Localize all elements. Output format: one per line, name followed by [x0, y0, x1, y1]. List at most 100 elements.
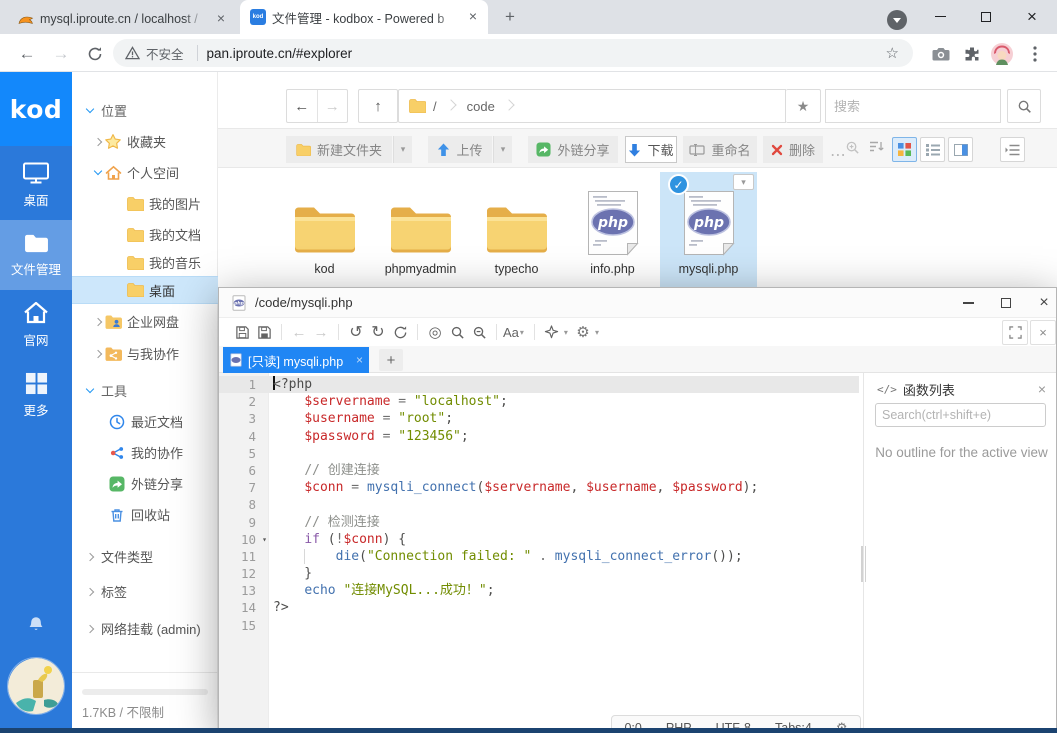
code-line[interactable]: 12 }: [219, 565, 859, 582]
code-editor-area[interactable]: 1<?php2 $servername = "localhost";3 $use…: [219, 373, 859, 732]
chevron-down-icon[interactable]: [84, 105, 96, 117]
panel-close-icon[interactable]: ×: [1038, 381, 1046, 397]
notifications-button[interactable]: [27, 615, 45, 638]
code-line[interactable]: 13 echo "连接MySQL...成功！";: [219, 582, 859, 599]
nav-forward-button[interactable]: →: [318, 98, 348, 115]
tree-group-location[interactable]: 位置: [72, 97, 218, 124]
code-line[interactable]: 2 $servername = "localhost";: [219, 393, 859, 410]
sidebar-item-more[interactable]: 更多: [0, 360, 72, 430]
new-folder-button[interactable]: 新建文件夹: [286, 136, 392, 163]
nav-forward-button[interactable]: →: [310, 321, 332, 343]
code-line[interactable]: 14?>: [219, 599, 859, 616]
delete-button[interactable]: 删除: [763, 136, 823, 163]
search-button[interactable]: [1007, 89, 1041, 123]
undo-button[interactable]: ↺: [345, 321, 367, 343]
tab-search-button[interactable]: [887, 10, 907, 30]
new-folder-caret-button[interactable]: ▾: [393, 136, 412, 163]
chevron-right-icon[interactable]: [84, 551, 96, 563]
download-button[interactable]: 下载: [625, 136, 677, 163]
security-label[interactable]: 不安全: [146, 44, 184, 63]
file-item-typecho[interactable]: typecho: [468, 172, 565, 289]
url-text[interactable]: pan.iproute.cn/#explorer: [207, 46, 886, 61]
browser-menu-button[interactable]: [1022, 41, 1048, 67]
tree-item-tags[interactable]: 标签: [72, 578, 218, 605]
sidebar-item-website[interactable]: 官网: [0, 290, 72, 360]
user-avatar[interactable]: [7, 657, 65, 715]
code-line[interactable]: 10▾ if (!$conn) {: [219, 531, 859, 548]
view-grid-button[interactable]: [892, 137, 917, 162]
tree-item-external-share[interactable]: 外链分享: [72, 470, 218, 497]
font-size-button[interactable]: Aa: [503, 321, 519, 343]
chevron-right-icon[interactable]: [92, 136, 104, 148]
chevron-right-icon[interactable]: [84, 586, 96, 598]
breadcrumb-folder[interactable]: code: [467, 99, 495, 114]
code-line[interactable]: 3 $username = "root";: [219, 410, 859, 427]
chevron-right-icon[interactable]: [92, 348, 104, 360]
outline-search-input[interactable]: [875, 403, 1046, 427]
new-tab-button[interactable]: +: [498, 6, 522, 30]
tab-close-icon[interactable]: ×: [356, 353, 363, 367]
find-replace-button[interactable]: [468, 321, 490, 343]
tree-item-file-types[interactable]: 文件类型: [72, 543, 218, 570]
code-line[interactable]: 6 // 创建连接: [219, 462, 859, 479]
editor-titlebar[interactable]: php /code/mysqli.php ×: [219, 288, 1056, 318]
rename-button[interactable]: 重命名: [683, 136, 757, 163]
chevron-right-icon[interactable]: [92, 316, 104, 328]
tree-item-my-pictures[interactable]: 我的图片: [72, 190, 218, 217]
redo-button[interactable]: ↻: [367, 321, 389, 343]
file-item-mysqli-php[interactable]: ✓ ▾ php mysqli.php: [660, 172, 757, 289]
external-share-button[interactable]: 外链分享: [528, 136, 618, 163]
code-line[interactable]: 4 $password = "123456";: [219, 428, 859, 445]
editor-new-tab-button[interactable]: +: [379, 349, 403, 371]
file-item-phpmyadmin[interactable]: phpmyadmin: [372, 172, 469, 289]
view-list-button[interactable]: [920, 137, 945, 162]
editor-close-button[interactable]: ×: [1029, 290, 1057, 316]
browser-tab-phpmyadmin[interactable]: mysql.iproute.cn / localhost / ×: [8, 5, 236, 33]
kod-logo[interactable]: kod: [0, 72, 72, 146]
code-line[interactable]: 1<?php: [219, 376, 859, 393]
tree-item-desktop[interactable]: 桌面: [72, 276, 218, 304]
editor-panel-close-button[interactable]: ×: [1030, 320, 1056, 345]
back-button[interactable]: ←: [14, 41, 40, 67]
window-minimize-button[interactable]: [920, 0, 960, 33]
tree-item-my-collaboration[interactable]: 我的协作: [72, 439, 218, 466]
code-line[interactable]: 11 die("Connection failed: " . mysqli_co…: [219, 548, 859, 565]
upload-button[interactable]: 上传: [428, 136, 492, 163]
save-button[interactable]: [231, 321, 253, 343]
goto-line-button[interactable]: ◎: [424, 321, 446, 343]
nav-back-button[interactable]: ←: [287, 98, 317, 115]
file-menu-caret-button[interactable]: ▾: [733, 174, 754, 190]
editor-maximize-button[interactable]: [991, 290, 1021, 316]
view-column-button[interactable]: [948, 137, 973, 162]
window-maximize-button[interactable]: [966, 0, 1006, 33]
zoom-button[interactable]: [845, 140, 860, 160]
detail-panel-toggle-button[interactable]: [1000, 137, 1025, 162]
save-all-button[interactable]: [253, 321, 275, 343]
up-folder-button[interactable]: ↑: [358, 89, 398, 123]
settings-gear-button[interactable]: ⚙: [572, 321, 594, 343]
tab-close-icon[interactable]: ×: [464, 8, 482, 26]
code-line[interactable]: 8: [219, 496, 859, 513]
tree-item-my-documents[interactable]: 我的文档: [72, 221, 218, 248]
favorite-path-button[interactable]: ★: [786, 89, 821, 123]
tree-item-enterprise-disk[interactable]: 企业网盘: [72, 308, 218, 335]
file-item-info-php[interactable]: php info.php: [564, 172, 661, 289]
chevron-right-icon[interactable]: [84, 623, 96, 635]
search-input[interactable]: [834, 99, 1010, 114]
file-item-kod[interactable]: kod: [276, 172, 373, 289]
screenshot-extension-button[interactable]: [928, 41, 954, 67]
code-line[interactable]: 5: [219, 445, 859, 462]
refresh-button[interactable]: [82, 41, 108, 67]
code-line[interactable]: 9 // 检测连接: [219, 514, 859, 531]
editor-minimize-button[interactable]: [953, 290, 983, 316]
tree-item-personal-space[interactable]: 个人空间: [72, 159, 218, 186]
bookmark-star-icon[interactable]: ☆: [886, 44, 899, 62]
selected-check-icon[interactable]: ✓: [668, 174, 689, 195]
nav-back-button[interactable]: ←: [288, 321, 310, 343]
tree-item-shared-with-me[interactable]: 与我协作: [72, 340, 218, 367]
editor-fullscreen-button[interactable]: [1002, 320, 1028, 345]
sidebar-item-desktop[interactable]: 桌面: [0, 150, 72, 220]
sidebar-item-file-manager[interactable]: 文件管理: [0, 220, 72, 290]
code-line[interactable]: 15: [219, 617, 859, 634]
tree-item-favorites[interactable]: 收藏夹: [72, 128, 218, 155]
